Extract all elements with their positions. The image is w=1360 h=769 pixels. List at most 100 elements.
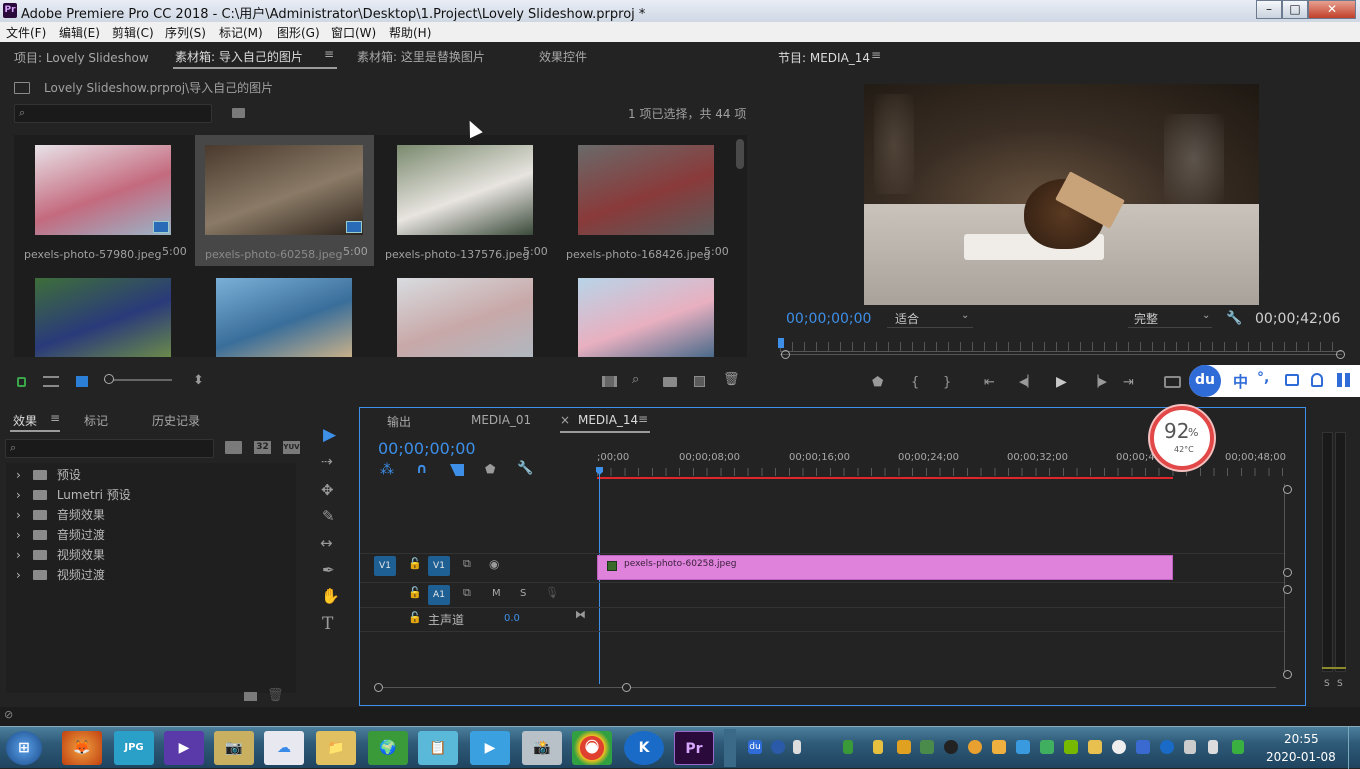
tray-app-icon[interactable] [920, 740, 934, 754]
tab-media-01[interactable]: MEDIA_01 [471, 413, 531, 427]
menu-help[interactable]: 帮助(H) [389, 24, 431, 41]
solo-right-button[interactable]: S [1337, 679, 1343, 689]
parent-folder-icon[interactable] [14, 82, 30, 94]
go-to-next-icon[interactable]: ⧓ [575, 608, 586, 621]
taskbar-app-explorer[interactable]: 📁 [316, 731, 356, 765]
effects-folder-audio-effects[interactable]: › 音频效果 [16, 506, 105, 523]
ripple-edit-tool-icon[interactable]: ✥ [321, 481, 334, 499]
baidu-ime-logo[interactable]: du [1189, 365, 1221, 397]
icon-view-icon[interactable] [76, 376, 88, 387]
program-playhead[interactable] [778, 338, 784, 348]
list-view-icon[interactable] [43, 376, 59, 387]
effects-folder-video-transitions[interactable]: › 视频过渡 [16, 566, 105, 583]
yuv-effects-icon[interactable]: YUV [283, 441, 300, 454]
panel-menu-icon[interactable]: ≡ [871, 48, 881, 62]
zoom-handle[interactable] [1283, 485, 1292, 494]
taskbar-app-notes[interactable]: 📋 [418, 731, 458, 765]
tab-bin-replace[interactable]: 素材箱: 这里是替换图片 [357, 48, 485, 65]
bin-item[interactable] [375, 266, 555, 357]
zoom-handle[interactable] [374, 683, 383, 692]
ime-punctuation-toggle[interactable]: °, [1257, 370, 1269, 386]
step-back-icon[interactable]: ◀▏ [1019, 375, 1036, 388]
find-button-icon[interactable]: ⌕ [632, 372, 639, 387]
tab-media-14[interactable]: MEDIA_14 [578, 413, 638, 427]
wrench-icon[interactable]: 🔧 [1226, 311, 1242, 326]
tray-app-icon[interactable] [1136, 740, 1150, 754]
maximize-button[interactable]: □ [1282, 0, 1308, 19]
play-icon[interactable]: ▶ [1056, 374, 1067, 390]
zoom-handle[interactable] [1283, 568, 1292, 577]
zoom-handle-left[interactable] [781, 350, 790, 359]
linked-selection-icon[interactable] [450, 464, 464, 476]
taskbar-app-k[interactable]: K [624, 731, 664, 765]
horizontal-zoom-bar[interactable] [378, 687, 1276, 688]
program-mini-ruler[interactable] [780, 342, 1342, 352]
delete-effect-icon[interactable]: 🗑 [267, 688, 284, 703]
add-marker-icon[interactable]: ⬟ [485, 462, 495, 476]
tray-cloud-icon[interactable] [1016, 740, 1030, 754]
fit-dropdown[interactable]: 适合 ⌄ [887, 310, 973, 328]
track-target-a1[interactable]: A1 [428, 585, 450, 605]
timeline-settings-icon[interactable]: 🔧 [517, 461, 533, 476]
tray-battery-icon[interactable] [843, 740, 853, 754]
timeline-timecode[interactable]: 00;00;00;00 [378, 439, 476, 458]
tab-effect-controls[interactable]: 效果控件 [539, 48, 587, 65]
tray-baidu-ime[interactable]: du [748, 740, 762, 754]
tray-network-icon[interactable] [1184, 740, 1196, 754]
32bit-effects-icon[interactable]: 32 [254, 441, 271, 454]
bin-item[interactable]: pexels-photo-137576.jpeg 5:00 [375, 135, 555, 266]
nest-toggle-icon[interactable]: ⁂ [380, 462, 394, 478]
sort-icon[interactable]: ⬍ [193, 373, 204, 388]
track-target-v1[interactable]: V1 [428, 556, 450, 576]
lock-track-icon[interactable]: 🔓 [408, 557, 422, 570]
tray-shield-icon[interactable] [897, 740, 911, 754]
type-tool-icon[interactable]: T [322, 614, 333, 634]
taskbar-app-visual-studio[interactable]: ▶ [164, 731, 204, 765]
bin-item[interactable]: pexels-photo-57980.jpeg 5:00 [14, 135, 194, 266]
zoom-slider-handle[interactable] [104, 374, 114, 384]
zoom-handle[interactable] [622, 683, 631, 692]
quality-dropdown[interactable]: 完整 ⌄ [1128, 310, 1212, 328]
tray-music-icon[interactable] [968, 740, 982, 754]
tray-qq-icon[interactable] [944, 740, 958, 754]
selection-tool-icon[interactable]: ▶ [323, 425, 336, 445]
tab-history[interactable]: 历史记录 [152, 412, 200, 429]
menu-marker[interactable]: 标记(M) [219, 24, 263, 41]
program-video-frame[interactable] [864, 84, 1259, 305]
menu-file[interactable]: 文件(F) [6, 24, 46, 41]
trash-icon[interactable]: 🗑 [723, 372, 740, 387]
sync-lock-icon[interactable]: ⧉ [463, 586, 471, 600]
tray-player-icon[interactable] [1040, 740, 1054, 754]
lock-track-icon[interactable]: 🔓 [408, 611, 422, 624]
track-select-tool-icon[interactable]: ⇢ [321, 454, 333, 470]
menu-window[interactable]: 窗口(W) [331, 24, 376, 41]
bin-item[interactable]: pexels-photo-168426.jpeg 5:00 [556, 135, 736, 266]
start-button[interactable]: ⊞ [6, 731, 42, 765]
eye-icon[interactable]: ◉ [489, 557, 499, 571]
performance-widget[interactable]: 92 % 42°C [1150, 406, 1214, 470]
bin-scrollbar[interactable] [736, 139, 744, 169]
solo-button[interactable]: S [520, 588, 526, 599]
ime-user-icon[interactable] [1311, 373, 1323, 387]
menu-edit[interactable]: 编辑(E) [59, 24, 100, 41]
new-bin-icon[interactable] [663, 377, 677, 387]
bin-item-selected[interactable]: pexels-photo-60258.jpeg 5:00 [195, 135, 374, 266]
tray-app-icon[interactable] [1112, 740, 1126, 754]
clock-time[interactable]: 20:55 [1284, 732, 1319, 746]
automate-icon[interactable] [602, 376, 617, 387]
zoom-handle[interactable] [1283, 585, 1292, 594]
effects-folder-lumetri[interactable]: › Lumetri 预设 [16, 486, 131, 503]
minimize-button[interactable]: – [1256, 0, 1282, 19]
lock-icon[interactable] [17, 377, 26, 387]
taskbar-app-player[interactable]: ▶ [470, 731, 510, 765]
mark-in-icon[interactable]: { [911, 375, 919, 390]
effects-folder-audio-transitions[interactable]: › 音频过渡 [16, 526, 105, 543]
ime-language-toggle[interactable]: 中 [1233, 371, 1248, 392]
tray-nvidia-icon[interactable] [1064, 740, 1078, 754]
taskbar-app-image-viewer[interactable]: JPG [114, 731, 154, 765]
taskbar-app-cloud[interactable]: ☁ [264, 731, 304, 765]
effects-folder-video-effects[interactable]: › 视频效果 [16, 546, 105, 563]
taskbar-app-screenshot[interactable]: 📷 [214, 731, 254, 765]
taskbar-app-browser[interactable]: 🦊 [62, 731, 102, 765]
bin-item[interactable] [195, 266, 374, 357]
